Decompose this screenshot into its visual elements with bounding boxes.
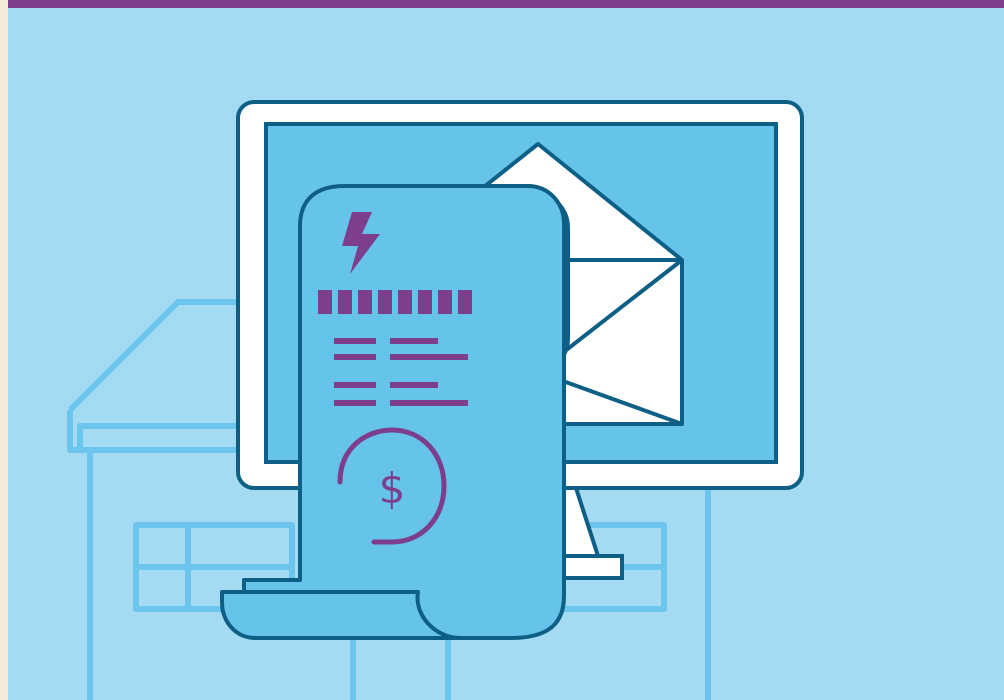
illustration-svg: $ xyxy=(8,0,1004,700)
illustration-scene: $ xyxy=(0,0,1004,700)
dollar-sign: $ xyxy=(379,464,406,513)
illustration-canvas: $ xyxy=(8,0,1004,700)
left-edge-strip xyxy=(0,0,8,700)
top-bar xyxy=(8,0,1004,8)
